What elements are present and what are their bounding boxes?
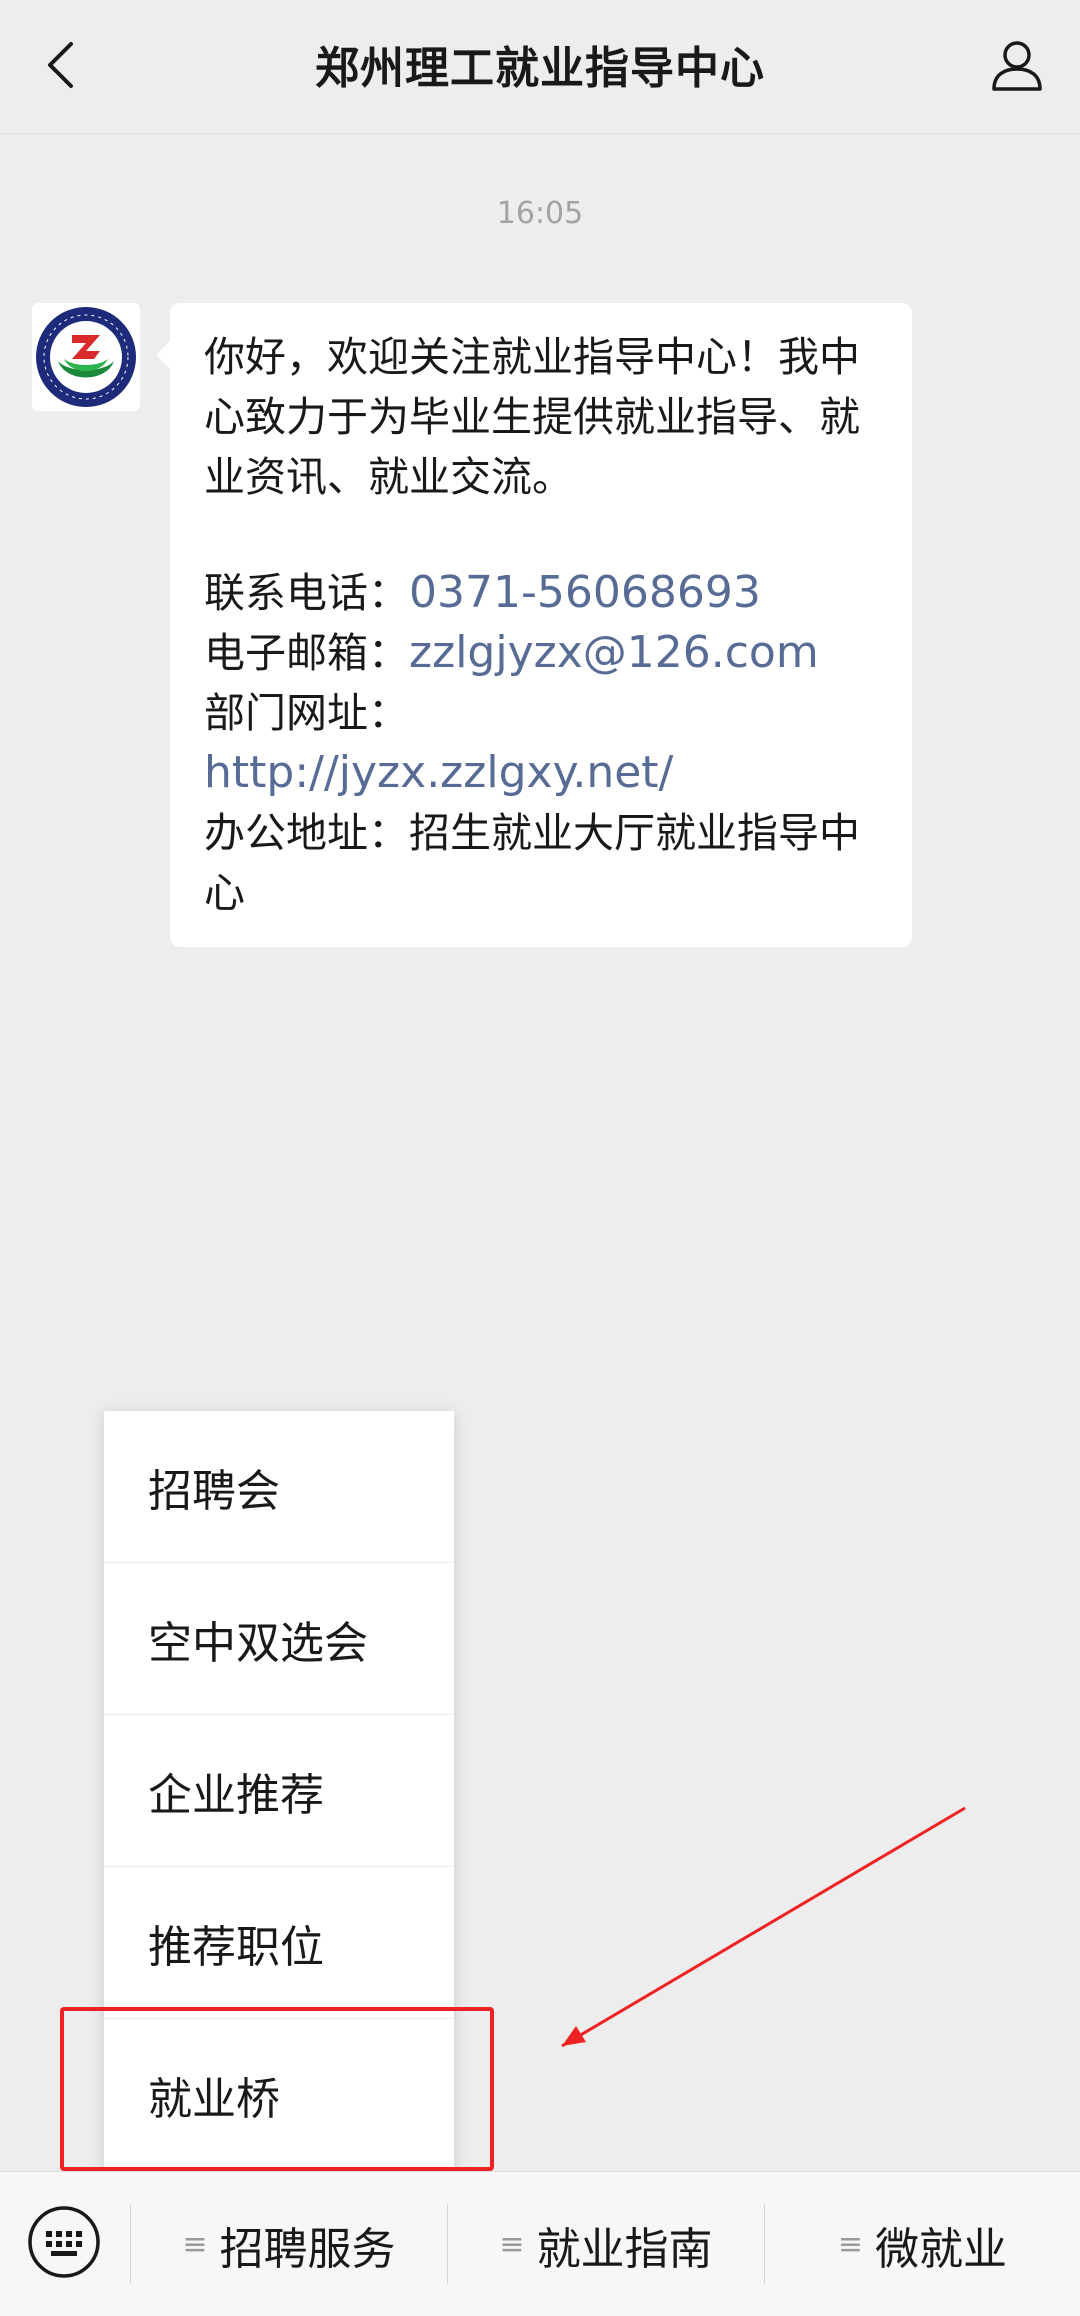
menu-item-online-job-fair[interactable]: 空中双选会 xyxy=(104,1563,454,1715)
annotation-arrow-icon xyxy=(561,1806,966,2048)
phone-label: 联系电话： xyxy=(204,569,409,617)
menu-tab-micro-employment[interactable]: ≡ 微就业 xyxy=(765,2172,1080,2316)
menu-item-company-recommend[interactable]: 企业推荐 xyxy=(104,1715,454,1867)
website-link[interactable]: http://jyzx.zzlgxy.net/ xyxy=(204,747,673,798)
profile-button[interactable] xyxy=(982,30,1052,100)
email-line: 电子邮箱：zzlgjyzx@126.com xyxy=(204,623,878,683)
message-timestamp: 16:05 xyxy=(496,196,584,231)
school-logo-icon xyxy=(36,307,136,407)
menu-lines-icon: ≡ xyxy=(837,2227,864,2262)
chat-screen: 郑州理工就业指导中心 16:05 你好，欢迎关注就业指导中心！我中心致力于为毕业… xyxy=(0,0,1080,2316)
page-title: 郑州理工就业指导中心 xyxy=(315,43,765,94)
keyboard-icon xyxy=(28,2206,100,2278)
email-label: 电子邮箱： xyxy=(204,629,409,677)
annotation-highlight-box xyxy=(60,2007,494,2171)
menu-tab-recruitment-services[interactable]: ≡ 招聘服务 xyxy=(131,2172,447,2316)
menu-tab-label: 微就业 xyxy=(875,2223,1008,2275)
greeting-text: 你好，欢迎关注就业指导中心！我中心致力于为毕业生提供就业指导、就业资讯、就业交流… xyxy=(204,333,860,501)
person-icon xyxy=(992,41,1042,91)
menu-lines-icon: ≡ xyxy=(499,2227,525,2262)
phone-line: 联系电话：0371-56068693 xyxy=(204,563,878,623)
website-line: 部门网址： http://jyzx.zzlgxy.net/ xyxy=(204,683,878,803)
message-bubble: 你好，欢迎关注就业指导中心！我中心致力于为毕业生提供就业指导、就业资讯、就业交流… xyxy=(156,303,912,947)
menu-tab-employment-guide[interactable]: ≡ 就业指南 xyxy=(448,2172,764,2316)
phone-link[interactable]: 0371-56068693 xyxy=(409,567,761,618)
address-label: 办公地址： xyxy=(204,809,409,857)
website-label: 部门网址： xyxy=(204,689,409,737)
menu-item-job-fair[interactable]: 招聘会 xyxy=(104,1411,454,1563)
header-bar: 郑州理工就业指导中心 xyxy=(0,0,1080,134)
menu-tab-label: 就业指南 xyxy=(536,2223,713,2275)
bottom-menu-bar: ≡ 招聘服务 ≡ 就业指南 ≡ 微就业 xyxy=(0,2171,1080,2316)
address-line: 办公地址：招生就业大厅就业指导中心 xyxy=(204,803,878,923)
keyboard-toggle-button[interactable] xyxy=(22,2200,106,2284)
menu-lines-icon: ≡ xyxy=(182,2227,208,2262)
menu-tab-label: 招聘服务 xyxy=(219,2223,396,2275)
menu-item-recommended-positions[interactable]: 推荐职位 xyxy=(104,1867,454,2019)
avatar[interactable] xyxy=(32,303,140,411)
email-link[interactable]: zzlgjyzx@126.com xyxy=(409,627,819,678)
